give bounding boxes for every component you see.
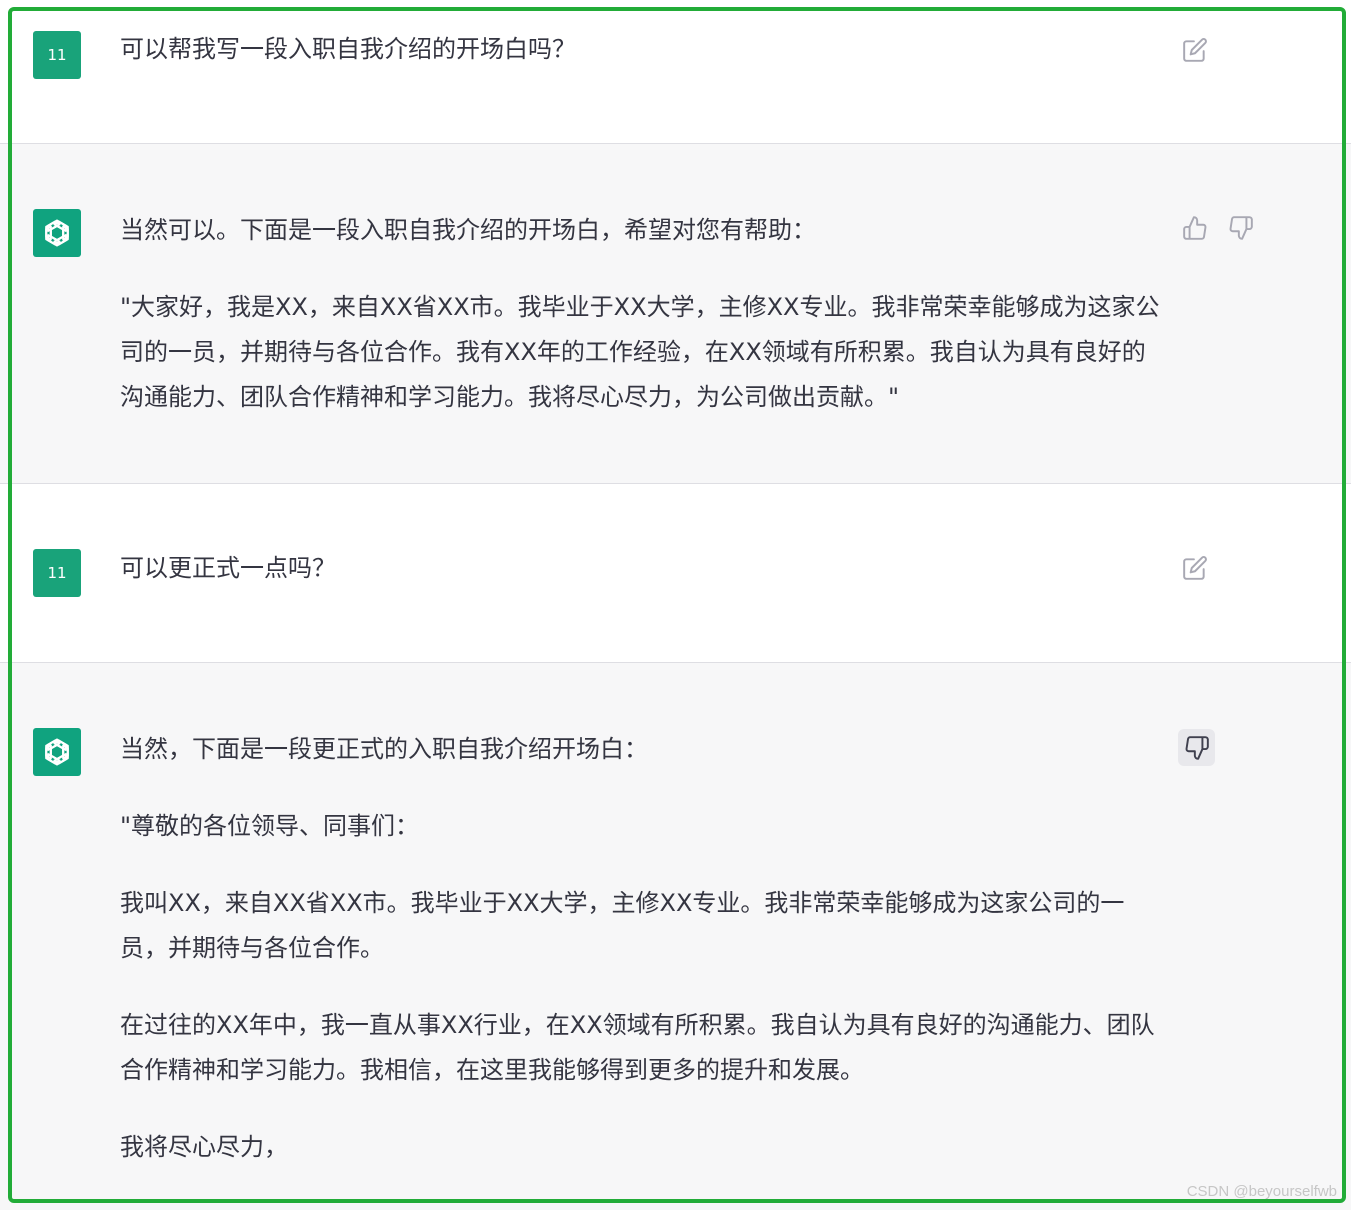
thumbs-down-button[interactable] bbox=[1178, 729, 1215, 766]
watermark: CSDN @beyourselfwb bbox=[1186, 1183, 1337, 1200]
user-avatar: 11 bbox=[33, 549, 81, 597]
edit-button[interactable] bbox=[1178, 33, 1212, 67]
assistant-avatar bbox=[33, 209, 81, 257]
thumbs-up-button[interactable] bbox=[1178, 211, 1212, 245]
assistant-message-text: 当然，下面是一段更正式的入职自我介绍开场白： "尊敬的各位领导、同事们： 我叫X… bbox=[120, 735, 1155, 1161]
user-message-text: 可以帮我写一段入职自我介绍的开场白吗？ bbox=[120, 35, 576, 63]
assistant-message-text: 当然可以。下面是一段入职自我介绍的开场白，希望对您有帮助： "大家好，我是XX，… bbox=[120, 216, 1160, 411]
user-message-row: 11 可以更正式一点吗？ bbox=[0, 485, 1351, 662]
edit-icon bbox=[1183, 556, 1207, 580]
thumbs-up-icon bbox=[1183, 216, 1207, 240]
user-message-row: 11 可以帮我写一段入职自我介绍的开场白吗？ bbox=[0, 0, 1351, 143]
openai-logo-icon bbox=[45, 219, 69, 247]
thumbs-down-icon bbox=[1229, 216, 1253, 240]
openai-logo-icon bbox=[45, 738, 69, 766]
edit-icon bbox=[1183, 38, 1207, 62]
edit-button[interactable] bbox=[1178, 551, 1212, 585]
user-message-text: 可以更正式一点吗？ bbox=[120, 554, 336, 582]
assistant-message-row: 当然可以。下面是一段入职自我介绍的开场白，希望对您有帮助： "大家好，我是XX，… bbox=[0, 143, 1351, 484]
user-avatar: 11 bbox=[33, 31, 81, 79]
assistant-avatar bbox=[33, 728, 81, 776]
assistant-message-row: 当然，下面是一段更正式的入职自我介绍开场白： "尊敬的各位领导、同事们： 我叫X… bbox=[0, 662, 1351, 1210]
thumbs-down-icon bbox=[1185, 735, 1209, 760]
thumbs-down-button[interactable] bbox=[1224, 211, 1258, 245]
